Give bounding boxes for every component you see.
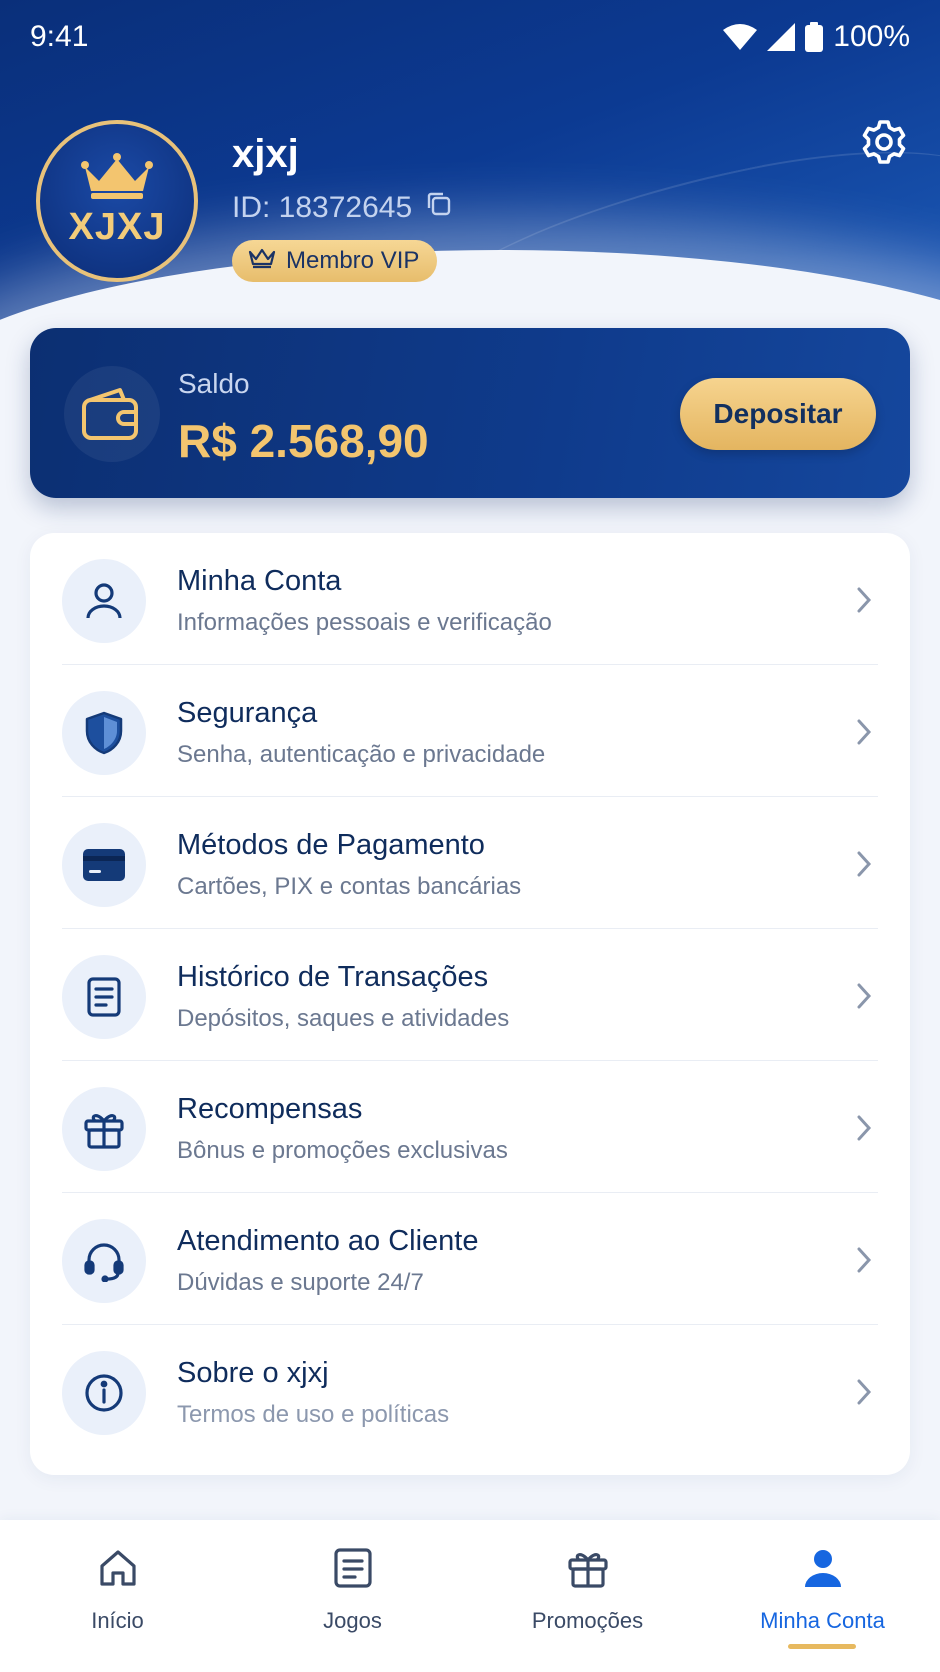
- menu-item-subtitle: Depósitos, saques e atividades: [177, 1005, 510, 1032]
- document-icon: [62, 955, 146, 1039]
- wallet-icon: [64, 366, 160, 462]
- credit-card-icon: [62, 823, 146, 907]
- account-menu: Minha Conta Informações pessoais e verif…: [30, 533, 910, 1475]
- menu-item-atendimento[interactable]: Atendimento ao Cliente Dúvidas e suporte…: [30, 1193, 910, 1325]
- info-icon: [62, 1351, 146, 1435]
- menu-item-subtitle: Informações pessoais e verificação: [177, 609, 552, 636]
- gift-icon: [62, 1087, 146, 1171]
- avatar-text: XJXJ: [68, 206, 166, 248]
- menu-item-title: Métodos de Pagamento: [177, 829, 485, 861]
- profile-id-text: ID: 18372645: [232, 191, 413, 224]
- wifi-icon: [723, 24, 758, 50]
- gear-icon: [860, 118, 908, 171]
- crown-icon: [79, 153, 155, 204]
- menu-item-minha-conta[interactable]: Minha Conta Informações pessoais e verif…: [30, 533, 910, 665]
- status-bar: 9:41 100%: [0, 0, 940, 74]
- chevron-right-icon: [852, 979, 876, 1013]
- nav-label: Minha Conta: [760, 1608, 885, 1633]
- menu-item-subtitle: Bônus e promoções exclusivas: [177, 1137, 508, 1164]
- battery-icon: [805, 22, 824, 52]
- menu-item-subtitle: Cartões, PIX e contas bancárias: [177, 873, 522, 900]
- menu-item-sobre[interactable]: Sobre o xjxj Termos de uso e políticas: [30, 1325, 910, 1457]
- headset-icon: [62, 1219, 146, 1303]
- menu-item-subtitle: Dúvidas e suporte 24/7: [177, 1269, 424, 1296]
- menu-item-title: Atendimento ao Cliente: [177, 1225, 479, 1257]
- home-icon: [92, 1542, 144, 1594]
- active-tab-indicator: [788, 1644, 856, 1649]
- chevron-right-icon: [852, 847, 876, 881]
- chevron-right-icon: [852, 715, 876, 749]
- profile-id: ID: 18372645: [232, 191, 452, 225]
- vip-badge: Membro VIP: [232, 240, 438, 282]
- nav-item-jogos[interactable]: Jogos: [235, 1542, 470, 1652]
- menu-item-title: Minha Conta: [177, 565, 342, 597]
- status-icons: 100%: [723, 20, 910, 54]
- menu-item-metodos-pagamento[interactable]: Métodos de Pagamento Cartões, PIX e cont…: [30, 797, 910, 929]
- vip-crown-icon: [248, 247, 276, 276]
- shield-icon: [62, 691, 146, 775]
- nav-item-inicio[interactable]: Início: [0, 1542, 235, 1652]
- menu-item-title: Histórico de Transações: [177, 961, 489, 993]
- menu-item-title: Segurança: [177, 697, 318, 729]
- menu-item-historico-transacoes[interactable]: Histórico de Transações Depósitos, saque…: [30, 929, 910, 1061]
- bottom-nav: Início Jogos Promoções Minha Conta: [0, 1520, 940, 1672]
- gift-icon: [562, 1542, 614, 1594]
- balance-label: Saldo: [178, 368, 250, 399]
- menu-item-subtitle: Senha, autenticação e privacidade: [177, 741, 546, 768]
- chevron-right-icon: [852, 1111, 876, 1145]
- nav-label: Promoções: [531, 1608, 644, 1633]
- settings-button[interactable]: [858, 118, 910, 170]
- nav-item-promocoes[interactable]: Promoções: [470, 1542, 705, 1652]
- nav-label: Início: [91, 1608, 144, 1633]
- avatar[interactable]: XJXJ: [36, 120, 198, 282]
- menu-item-title: Sobre o xjxj: [177, 1357, 329, 1389]
- nav-label: Jogos: [323, 1608, 382, 1633]
- signal-icon: [767, 23, 796, 51]
- deposit-button[interactable]: Depositar: [680, 378, 876, 450]
- battery-percent: 100%: [833, 20, 910, 53]
- menu-item-subtitle: Termos de uso e políticas: [177, 1401, 450, 1428]
- chevron-right-icon: [852, 1375, 876, 1409]
- user-icon: [797, 1542, 849, 1594]
- user-icon: [62, 559, 146, 643]
- chevron-right-icon: [852, 1243, 876, 1277]
- balance-value: R$ 2.568,90: [178, 415, 429, 467]
- chevron-right-icon: [852, 583, 876, 617]
- nav-item-minha-conta[interactable]: Minha Conta: [705, 1542, 940, 1652]
- games-icon: [327, 1542, 379, 1594]
- status-time: 9:41: [30, 20, 89, 53]
- vip-badge-label: Membro VIP: [286, 247, 420, 274]
- menu-item-title: Recompensas: [177, 1093, 363, 1125]
- menu-item-recompensas[interactable]: Recompensas Bônus e promoções exclusivas: [30, 1061, 910, 1193]
- profile-name: xjxj: [232, 132, 299, 176]
- balance-card: Saldo R$ 2.568,90 Depositar: [30, 328, 910, 498]
- copy-icon[interactable]: [426, 191, 452, 225]
- menu-item-seguranca[interactable]: Segurança Senha, autenticação e privacid…: [30, 665, 910, 797]
